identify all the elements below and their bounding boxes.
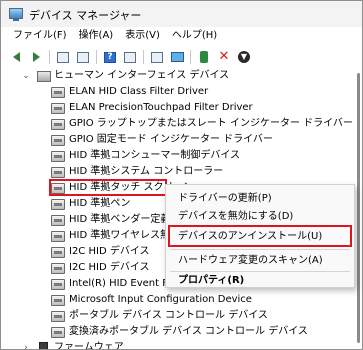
tree-item-label: HID 準拠ペン — [69, 198, 131, 209]
tree-item-label: ファームウェア — [54, 342, 124, 349]
uninstall-highlight — [168, 225, 352, 247]
forward-icon[interactable] — [27, 49, 45, 65]
menu-separator — [170, 249, 350, 250]
tree-item-label: HID 準拠コンシューマー制御デバイス — [69, 150, 241, 161]
hid-device-icon — [51, 231, 65, 242]
hid-device-icon — [51, 151, 65, 162]
hid-device-icon — [51, 327, 65, 338]
tree-item-label: GPIO 固定モード インジケーター ドライバー — [69, 134, 273, 145]
menu-bar: ファイル(F) 操作(A) 表示(V) ヘルプ(H) — [1, 27, 362, 47]
tree-item[interactable]: GPIO 固定モード インジケーター ドライバー — [2, 132, 361, 148]
scrollbar-thumb[interactable] — [357, 73, 360, 343]
tree-item-label: ヒューマン インターフェイス デバイス — [54, 70, 230, 81]
action-icon[interactable] — [121, 49, 139, 65]
menu-action[interactable]: 操作(A) — [73, 27, 120, 47]
hid-device-icon — [51, 247, 65, 258]
hid-device-icon — [51, 103, 65, 114]
toolbar-separator — [96, 50, 97, 64]
menu-item-properties[interactable]: プロパティ(R) — [166, 271, 354, 291]
tree-item-label: ポータブル デバイス コントロール デバイス — [69, 310, 268, 321]
back-icon[interactable] — [7, 49, 25, 65]
tree-item[interactable]: GPIO ラップトップまたはスレート インジケーター ドライバー — [2, 116, 361, 132]
tree-item-label: HID 準拠システム コントローラー — [69, 166, 224, 177]
scan-hardware-icon[interactable] — [148, 49, 166, 65]
tree-item-label: I2C HID デバイス — [69, 262, 150, 273]
tree-item[interactable]: Microsoft Input Configuration Device — [2, 292, 361, 308]
chevron-right-icon[interactable]: › — [21, 340, 31, 349]
tree-item-label: GPIO ラップトップまたはスレート インジケーター ドライバー — [69, 118, 353, 129]
tree-category-hid[interactable]: ⌄ ヒューマン インターフェイス デバイス — [2, 68, 361, 84]
hid-device-icon — [51, 199, 65, 210]
toolbar-separator — [143, 50, 144, 64]
hid-device-icon — [51, 135, 65, 146]
hid-device-icon — [51, 215, 65, 226]
tree-item[interactable]: ELAN PrecisionTouchpad Filter Driver — [2, 100, 361, 116]
selected-item-highlight — [49, 179, 167, 196]
menu-item-update-driver[interactable]: ドライバーの更新(P) — [166, 189, 354, 209]
tree-item[interactable]: HID 準拠コンシューマー制御デバイス — [2, 148, 361, 164]
hid-device-icon — [51, 279, 65, 290]
context-menu: ドライバーの更新(P) デバイスを無効にする(D) デバイスのアンインストール(… — [165, 184, 355, 288]
menu-view[interactable]: 表示(V) — [119, 27, 166, 47]
hid-category-icon — [37, 71, 51, 82]
hid-device-icon — [51, 295, 65, 306]
toolbar: ? ✕ ▼ — [1, 47, 362, 67]
menu-item-scan-hardware[interactable]: ハードウェア変更のスキャン(A) — [166, 251, 354, 271]
hid-device-icon — [51, 119, 65, 130]
toolbar-separator — [190, 50, 191, 64]
tree-item[interactable]: ELAN HID Class Filter Driver — [2, 84, 361, 100]
disable-icon[interactable]: ▼ — [235, 49, 253, 65]
tree-item-label: I2C HID デバイス — [69, 246, 150, 257]
help-icon[interactable]: ? — [101, 49, 119, 65]
toolbar-separator — [49, 50, 50, 64]
properties-icon[interactable] — [54, 49, 72, 65]
device-manager-window: デバイス マネージャー ファイル(F) 操作(A) 表示(V) ヘルプ(H) ?… — [0, 0, 363, 350]
hid-device-icon — [51, 263, 65, 274]
tree-item-label: ELAN HID Class Filter Driver — [69, 86, 209, 97]
tree-category-firmware[interactable]: › ファームウェア — [2, 340, 361, 349]
enable-device-icon[interactable] — [195, 49, 213, 65]
tree-item[interactable]: HID 準拠システム コントローラー — [2, 164, 361, 180]
title-bar: デバイス マネージャー — [1, 1, 362, 27]
tree-item-label: Microsoft Input Configuration Device — [69, 294, 252, 305]
show-hide-icon[interactable] — [74, 49, 92, 65]
window-title: デバイス マネージャー — [29, 9, 142, 22]
hid-device-icon — [51, 167, 65, 178]
tree-item[interactable]: 変換済みポータブル デバイス コントロール デバイス — [2, 324, 361, 340]
menu-help[interactable]: ヘルプ(H) — [166, 27, 223, 47]
uninstall-icon[interactable]: ✕ — [215, 49, 233, 65]
chevron-down-icon[interactable]: ⌄ — [21, 68, 31, 84]
tree-item-label: 変換済みポータブル デバイス コントロール デバイス — [69, 326, 308, 337]
hid-device-icon — [51, 311, 65, 322]
hid-device-icon — [51, 87, 65, 98]
menu-file[interactable]: ファイル(F) — [7, 27, 73, 47]
menu-item-disable-device[interactable]: デバイスを無効にする(D) — [166, 207, 354, 227]
monitor-icon[interactable] — [168, 49, 186, 65]
tree-item[interactable]: ポータブル デバイス コントロール デバイス — [2, 308, 361, 324]
device-manager-icon — [9, 8, 23, 21]
vertical-scrollbar[interactable] — [355, 69, 361, 349]
firmware-icon — [39, 342, 48, 349]
tree-item-label: ELAN PrecisionTouchpad Filter Driver — [69, 102, 253, 113]
